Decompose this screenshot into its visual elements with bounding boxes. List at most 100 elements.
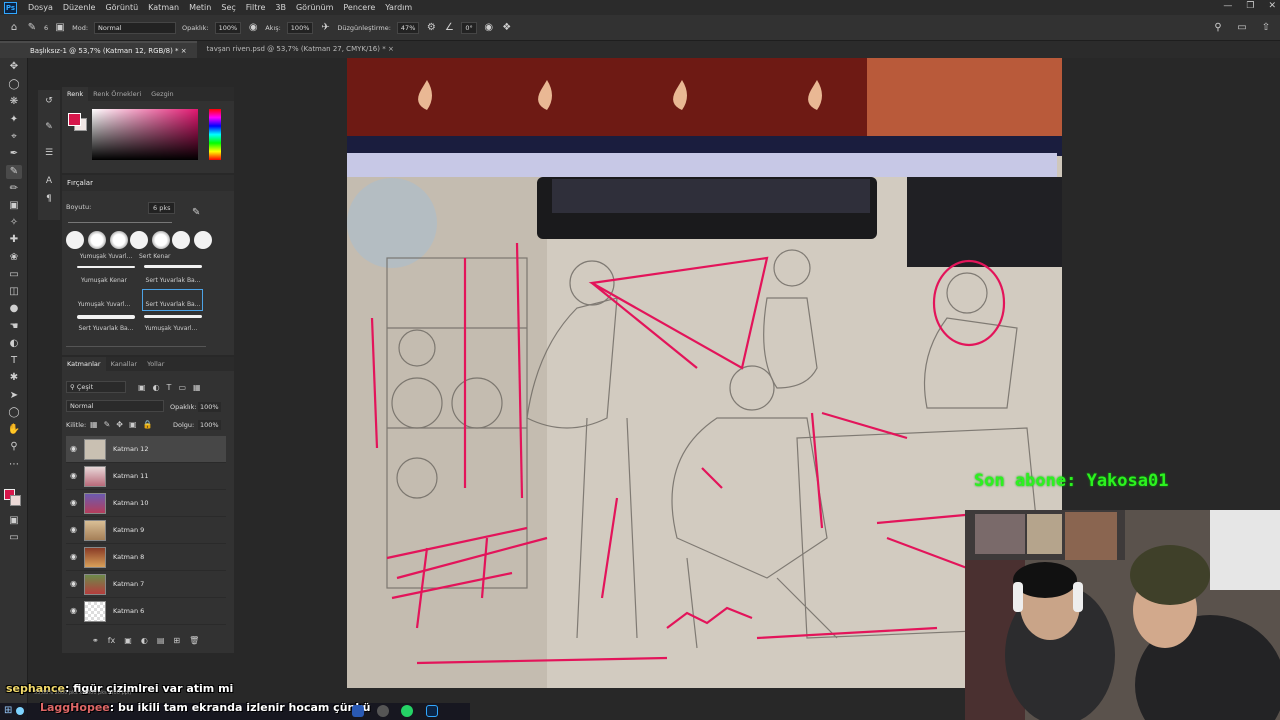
path-select-tool-icon[interactable]: ➤ xyxy=(6,389,22,403)
brush-tip-soft-2[interactable] xyxy=(110,231,128,249)
layer-filter-select[interactable]: ⚲ Çeşit xyxy=(66,381,126,393)
brush-name[interactable]: Sert Yuvarlak Ba... xyxy=(74,325,138,332)
brush-name[interactable]: Yumuşak Kenar xyxy=(72,277,136,284)
brush-tip-soft-3[interactable] xyxy=(152,231,170,249)
filter-smart-object-icon[interactable]: ▦ xyxy=(193,383,201,392)
brush-name[interactable]: Yumuşak Yuvarl... xyxy=(72,301,136,308)
mode-select[interactable]: Normal xyxy=(94,21,177,34)
layer-name[interactable]: Katman 10 xyxy=(113,499,148,507)
zoom-readout[interactable]: 53,68% xyxy=(34,690,53,696)
quick-mask-icon[interactable]: ▣ xyxy=(6,514,22,528)
steam-icon[interactable] xyxy=(352,705,364,717)
foreground-color-chip[interactable] xyxy=(68,113,81,126)
lock-position-icon[interactable]: ✥ xyxy=(116,420,123,429)
layer-name[interactable]: Katman 12 xyxy=(113,445,148,453)
background-color-swatch[interactable] xyxy=(10,495,21,506)
brush-tool-preset-icon[interactable]: ✎ xyxy=(26,22,38,33)
fill-field[interactable]: 100% xyxy=(198,420,221,430)
new-group-icon[interactable]: ▤ xyxy=(157,636,165,645)
lasso-tool-icon[interactable]: ❋ xyxy=(6,95,22,109)
menu-view[interactable]: Görünüm xyxy=(291,3,338,12)
workspace-icon[interactable]: ▭ xyxy=(1236,22,1248,33)
pen-tool-icon[interactable]: ✱ xyxy=(6,371,22,385)
menu-help[interactable]: Yardım xyxy=(380,3,417,12)
brush-size-slider[interactable] xyxy=(68,222,172,223)
brush-settings-icon[interactable]: ▣ xyxy=(54,22,66,33)
share-icon[interactable]: ⇧ xyxy=(1260,22,1272,33)
brush-name[interactable]: Yumuşak Yuvarl... xyxy=(74,253,138,260)
layer-name[interactable]: Katman 8 xyxy=(113,553,144,561)
lock-pixels-icon[interactable]: ✎ xyxy=(104,420,111,429)
marquee-tool-icon[interactable]: ◯ xyxy=(6,78,22,92)
tab-channels[interactable]: Kanallar xyxy=(106,357,143,371)
smoothing-field[interactable]: 47% xyxy=(396,21,420,34)
visibility-eye-icon[interactable]: ◉ xyxy=(70,526,80,534)
tab-swatches[interactable]: Renk Örnekleri xyxy=(88,87,146,101)
dodge-tool-icon[interactable]: ◐ xyxy=(6,337,22,351)
weather-icon[interactable] xyxy=(16,707,24,715)
history-panel-icon[interactable]: ↺ xyxy=(43,96,55,108)
paragraph-panel-icon[interactable]: ¶ xyxy=(43,194,55,206)
visibility-eye-icon[interactable]: ◉ xyxy=(70,607,80,615)
layer-style-icon[interactable]: fx xyxy=(108,636,116,645)
brush-tip-hard-1[interactable] xyxy=(66,231,84,249)
layer-row[interactable]: ◉ Katman 12 xyxy=(66,436,226,463)
brush-name[interactable]: Sert Yuvarlak Ba... xyxy=(141,277,205,284)
visibility-eye-icon[interactable]: ◉ xyxy=(70,580,80,588)
angle-field[interactable]: 0° xyxy=(461,21,477,34)
eraser-tool-icon[interactable]: ▭ xyxy=(6,268,22,282)
layer-row[interactable]: ◉ Katman 6 xyxy=(66,598,226,625)
tab-paths[interactable]: Yollar xyxy=(142,357,169,371)
windows-start-icon[interactable]: ⊞ xyxy=(4,705,12,716)
filter-adjustment-icon[interactable]: ◐ xyxy=(153,383,160,392)
visibility-eye-icon[interactable]: ◉ xyxy=(70,472,80,480)
new-brush-icon[interactable]: ✎ xyxy=(192,207,200,218)
tab-untitled-1[interactable]: Başlıksız-1 @ 53,7% (Katman 12, RGB/8) *… xyxy=(0,41,197,58)
layer-mask-icon[interactable]: ▣ xyxy=(124,636,132,645)
history-brush-tool-icon[interactable]: ✧ xyxy=(6,216,22,230)
menu-select[interactable]: Seç xyxy=(216,3,240,12)
delete-layer-icon[interactable]: 🗑 xyxy=(189,636,199,645)
blur-tool-icon[interactable]: ● xyxy=(6,302,22,316)
menu-type[interactable]: Metin xyxy=(184,3,216,12)
symmetry-icon[interactable]: ❖ xyxy=(501,22,513,33)
zoom-tool-icon[interactable]: ⚲ xyxy=(6,440,22,454)
minimize-icon[interactable]: — xyxy=(1223,1,1232,11)
pressure-size-icon[interactable]: ◉ xyxy=(483,22,495,33)
adjustment-layer-icon[interactable]: ◐ xyxy=(141,636,148,645)
obs-icon[interactable] xyxy=(377,705,389,717)
brush-tip-hard-3[interactable] xyxy=(172,231,190,249)
layer-name[interactable]: Katman 7 xyxy=(113,580,144,588)
filter-pixel-icon[interactable]: ▣ xyxy=(138,383,146,392)
shape-tool-icon[interactable]: ◯ xyxy=(6,406,22,420)
close-tab-icon[interactable]: × xyxy=(388,45,394,53)
opacity-field[interactable]: 100% xyxy=(214,21,242,34)
pencil-tool-icon[interactable]: ✏ xyxy=(6,182,22,196)
clone-stamp-tool-icon[interactable]: ▣ xyxy=(6,199,22,213)
move-tool-icon[interactable]: ✥ xyxy=(6,60,22,74)
crop-tool-icon[interactable]: ⌖ xyxy=(6,130,22,144)
more-tools-icon[interactable]: ⋯ xyxy=(6,458,22,472)
filter-shape-icon[interactable]: ▭ xyxy=(178,383,186,392)
whatsapp-icon[interactable] xyxy=(401,705,413,717)
visibility-eye-icon[interactable]: ◉ xyxy=(70,553,80,561)
brush-preview-slider[interactable] xyxy=(66,346,206,347)
type-tool-icon[interactable]: T xyxy=(6,354,22,368)
photoshop-logo-icon[interactable]: Ps xyxy=(4,1,17,14)
layer-name[interactable]: Katman 6 xyxy=(113,607,144,615)
airbrush-icon[interactable]: ✈ xyxy=(319,22,331,33)
blend-mode-select[interactable]: Normal xyxy=(66,400,164,412)
new-layer-icon[interactable]: ⊞ xyxy=(173,636,180,645)
tab-color[interactable]: Renk xyxy=(62,87,89,101)
menu-edit[interactable]: Düzenle xyxy=(58,3,101,12)
brush-settings-panel-icon[interactable]: ✎ xyxy=(43,122,55,134)
menu-layer[interactable]: Katman xyxy=(143,3,184,12)
menu-window[interactable]: Pencere xyxy=(338,3,380,12)
lock-transparent-icon[interactable]: ▦ xyxy=(90,420,98,429)
brush-size-readout[interactable]: 6 xyxy=(44,24,48,32)
photoshop-taskbar-icon[interactable] xyxy=(426,705,438,717)
color-picker-field[interactable] xyxy=(92,109,198,160)
close-icon[interactable]: ✕ xyxy=(1268,1,1276,11)
close-tab-icon[interactable]: × xyxy=(181,47,187,55)
hand-tool-icon[interactable]: ✋ xyxy=(6,423,22,437)
